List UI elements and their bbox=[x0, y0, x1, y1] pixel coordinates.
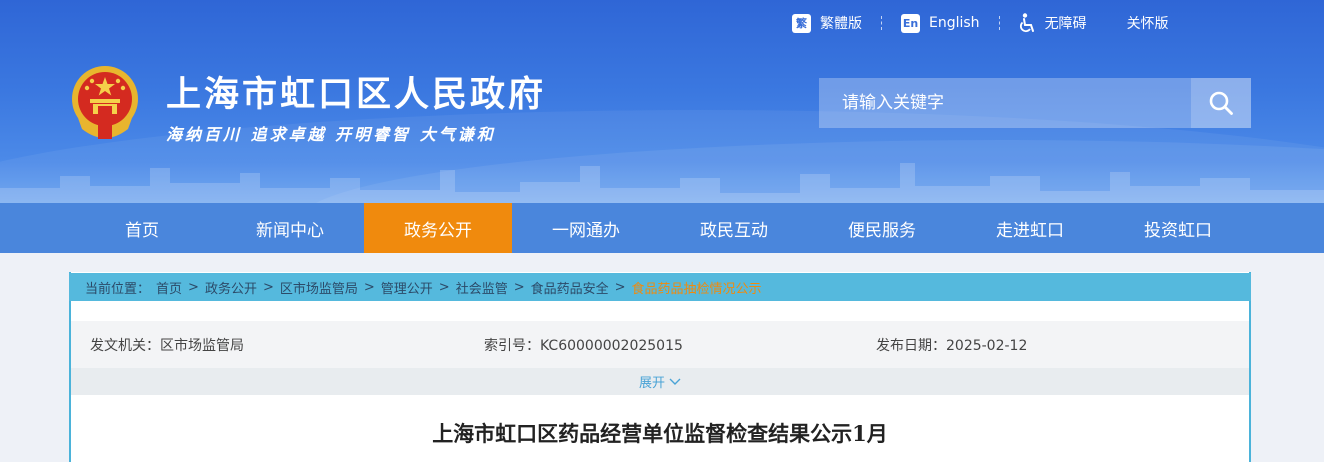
chevron-down-icon bbox=[669, 378, 681, 385]
main-nav: 首页 新闻中心 政务公开 一网通办 政民互动 便民服务 走进虹口 投资虹口 bbox=[0, 203, 1324, 253]
wheelchair-icon bbox=[1019, 13, 1034, 33]
care-mode-link[interactable]: 关怀版 bbox=[1127, 13, 1169, 33]
meta-index-number: 索引号：KC60000002025015 bbox=[484, 338, 683, 354]
national-emblem bbox=[72, 66, 138, 139]
traditional-chinese-link[interactable]: 繁 繁體版 bbox=[792, 13, 862, 33]
search-icon bbox=[1209, 91, 1233, 115]
english-label: English bbox=[929, 15, 980, 31]
divider bbox=[881, 16, 882, 30]
english-icon: En bbox=[901, 13, 920, 33]
accessibility-link[interactable]: 无障碍 bbox=[1019, 13, 1087, 33]
breadcrumb: 当前位置： 首页 > 政务公开 > 区市场监管局 > 管理公开 > 社会监管 >… bbox=[69, 273, 1251, 301]
accessibility-label: 无障碍 bbox=[1044, 16, 1087, 32]
nav-item-government-affairs[interactable]: 政务公开 bbox=[364, 203, 512, 253]
expand-label: 展开 bbox=[638, 376, 665, 391]
breadcrumb-separator: > bbox=[614, 279, 626, 295]
search-input[interactable] bbox=[819, 78, 1191, 128]
skyline-decoration bbox=[0, 163, 1324, 203]
care-mode-label: 关怀版 bbox=[1126, 16, 1169, 32]
breadcrumb-link[interactable]: 政务公开 bbox=[205, 278, 257, 297]
nav-item-home[interactable]: 首页 bbox=[68, 203, 216, 253]
top-utility-bar: 繁 繁體版 En English 无障碍 关怀版 bbox=[792, 12, 1169, 34]
document-meta: 发文机关：区市场监管局 索引号：KC60000002025015 发布日期：20… bbox=[71, 321, 1249, 368]
breadcrumb-separator: > bbox=[438, 279, 450, 295]
site-header: 繁 繁體版 En English 无障碍 关怀版 上海市虹口区人民政府 海纳百川… bbox=[0, 0, 1324, 203]
traditional-chinese-label: 繁體版 bbox=[820, 16, 862, 32]
site-slogan: 海纳百川 追求卓越 开明睿智 大气谦和 bbox=[166, 125, 496, 144]
english-link[interactable]: En English bbox=[901, 13, 980, 33]
breadcrumb-separator: > bbox=[188, 279, 199, 295]
nav-item-invest-hongkou[interactable]: 投资虹口 bbox=[1104, 203, 1252, 253]
breadcrumb-prefix: 当前位置： bbox=[85, 281, 151, 297]
breadcrumb-link[interactable]: 首页 bbox=[156, 278, 182, 297]
breadcrumb-link[interactable]: 社会监管 bbox=[456, 278, 508, 297]
meta-issuer: 发文机关：区市场监管局 bbox=[90, 338, 244, 354]
search-button[interactable] bbox=[1191, 78, 1251, 128]
meta-publish-date: 发布日期：2025-02-12 bbox=[876, 338, 1028, 354]
breadcrumb-link[interactable]: 区市场监管局 bbox=[280, 278, 358, 297]
nav-item-about-hongkou[interactable]: 走进虹口 bbox=[956, 203, 1104, 253]
document-title: 上海市虹口区药品经营单位监督检查结果公示1月 bbox=[432, 421, 888, 446]
nav-item-online-services[interactable]: 一网通办 bbox=[512, 203, 660, 253]
breadcrumb-separator: > bbox=[363, 279, 375, 295]
traditional-chinese-icon: 繁 bbox=[792, 13, 811, 33]
nav-item-public-services[interactable]: 便民服务 bbox=[808, 203, 956, 253]
breadcrumb-link[interactable]: 管理公开 bbox=[381, 278, 433, 297]
breadcrumb-link[interactable]: 食品药品安全 bbox=[531, 278, 609, 297]
breadcrumb-separator: > bbox=[262, 279, 274, 295]
expand-toggle[interactable]: 展开 bbox=[71, 368, 1249, 395]
nav-item-interaction[interactable]: 政民互动 bbox=[660, 203, 808, 253]
nav-item-news[interactable]: 新闻中心 bbox=[216, 203, 364, 253]
breadcrumb-current[interactable]: 食品药品抽检情况公示 bbox=[632, 278, 762, 297]
search-box bbox=[819, 78, 1251, 128]
breadcrumb-separator: > bbox=[513, 279, 525, 295]
divider bbox=[998, 16, 1000, 30]
site-title: 上海市虹口区人民政府 bbox=[166, 75, 547, 115]
